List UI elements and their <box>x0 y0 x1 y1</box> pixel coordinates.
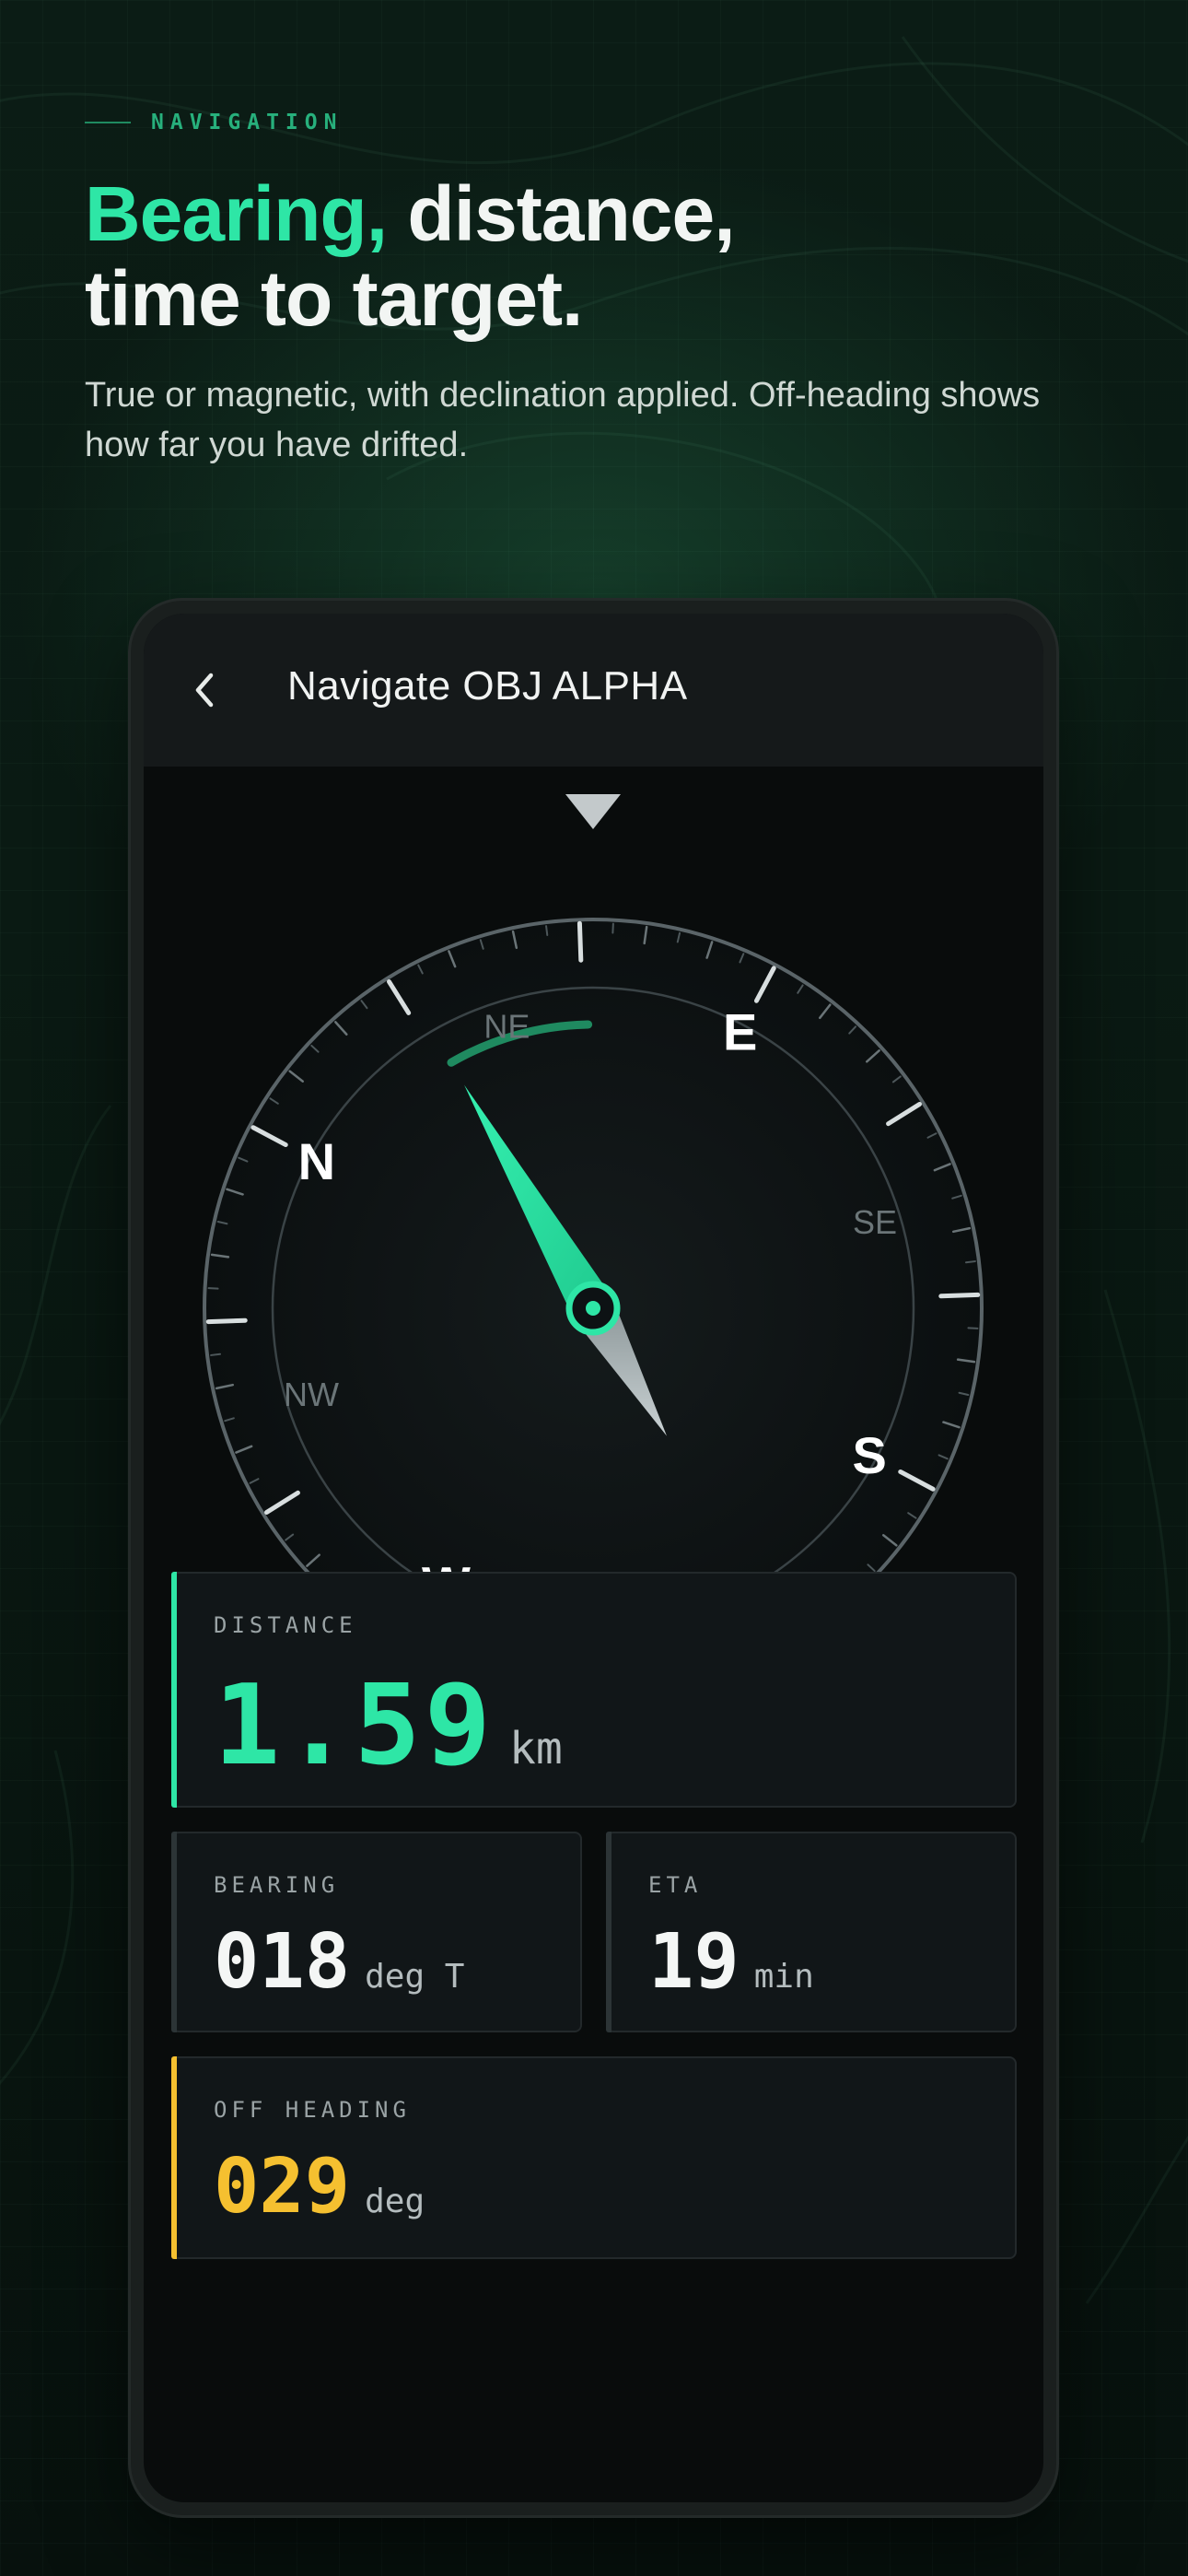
distance-label: DISTANCE <box>214 1612 357 1638</box>
bearing-card: BEARING 018 deg T <box>171 1832 582 2032</box>
headline-accent: Bearing, <box>85 170 388 257</box>
tick-mark <box>207 1287 219 1290</box>
eyebrow: NAVIGATION <box>85 111 343 135</box>
distance-value-row: 1.59 km <box>214 1662 563 1790</box>
tick-mark <box>205 1317 248 1325</box>
subtitle: True or magnetic, with declination appli… <box>85 376 1041 464</box>
phone-screen: Navigate OBJ ALPHA N E S NE SE NW DISTAN… <box>144 614 1043 2502</box>
phone-frame: Navigate OBJ ALPHA N E S NE SE NW DISTAN… <box>131 601 1056 2515</box>
intercardinal-ne: NE <box>483 1007 530 1045</box>
headline-line-1: distance, <box>387 170 735 257</box>
tick-mark <box>964 1260 976 1264</box>
tick-mark <box>938 1292 981 1299</box>
eta-card: ETA 19 min <box>606 1832 1017 2032</box>
eyebrow-rule <box>85 122 131 123</box>
tick-mark <box>545 925 549 937</box>
bearing-unit: deg T <box>365 1958 465 1996</box>
tick-mark <box>210 1352 222 1356</box>
bearing-label: BEARING <box>214 1872 340 1898</box>
headline: Bearing, distance, time to target. <box>85 171 1098 341</box>
bearing-value-row: 018 deg T <box>214 1918 464 2006</box>
headline-line-2: time to target. <box>85 255 583 342</box>
chevron-left-icon <box>195 673 214 708</box>
off-heading-unit: deg <box>365 2183 425 2220</box>
bearing-accent-bar <box>171 1832 177 2032</box>
bearing-value: 018 <box>214 1918 351 2006</box>
app-bar: Navigate OBJ ALPHA <box>144 614 1043 767</box>
cardinal-n: N <box>298 1132 335 1190</box>
cardinal-s: S <box>853 1426 887 1484</box>
off-heading-value-row: 029 deg <box>214 2143 425 2231</box>
distance-value: 1.59 <box>214 1662 495 1790</box>
off-heading-value: 029 <box>214 2143 351 2231</box>
heading-marker <box>565 794 621 829</box>
tick-mark <box>611 922 614 934</box>
off-heading-accent-bar <box>171 2056 177 2259</box>
eta-unit: min <box>753 1958 814 1996</box>
tick-mark <box>967 1327 979 1329</box>
off-heading-card: OFF HEADING 029 deg <box>171 2056 1017 2259</box>
eta-value-row: 19 min <box>648 1918 814 2006</box>
eta-accent-bar <box>606 1832 611 2032</box>
cardinal-e: E <box>723 1002 757 1060</box>
needle-pivot-dot <box>586 1301 600 1316</box>
eta-value: 19 <box>648 1918 740 2006</box>
eyebrow-label: NAVIGATION <box>151 111 344 135</box>
tick-mark <box>577 920 584 963</box>
distance-accent-bar <box>171 1572 177 1808</box>
distance-unit: km <box>508 1723 563 1774</box>
page-title: Navigate OBJ ALPHA <box>287 663 688 708</box>
intercardinal-nw: NW <box>284 1376 339 1413</box>
back-button[interactable] <box>181 665 230 715</box>
eta-label: ETA <box>648 1872 703 1898</box>
off-heading-label: OFF HEADING <box>214 2097 411 2123</box>
intercardinal-se: SE <box>853 1203 897 1241</box>
distance-card: DISTANCE 1.59 km <box>171 1572 1017 1808</box>
